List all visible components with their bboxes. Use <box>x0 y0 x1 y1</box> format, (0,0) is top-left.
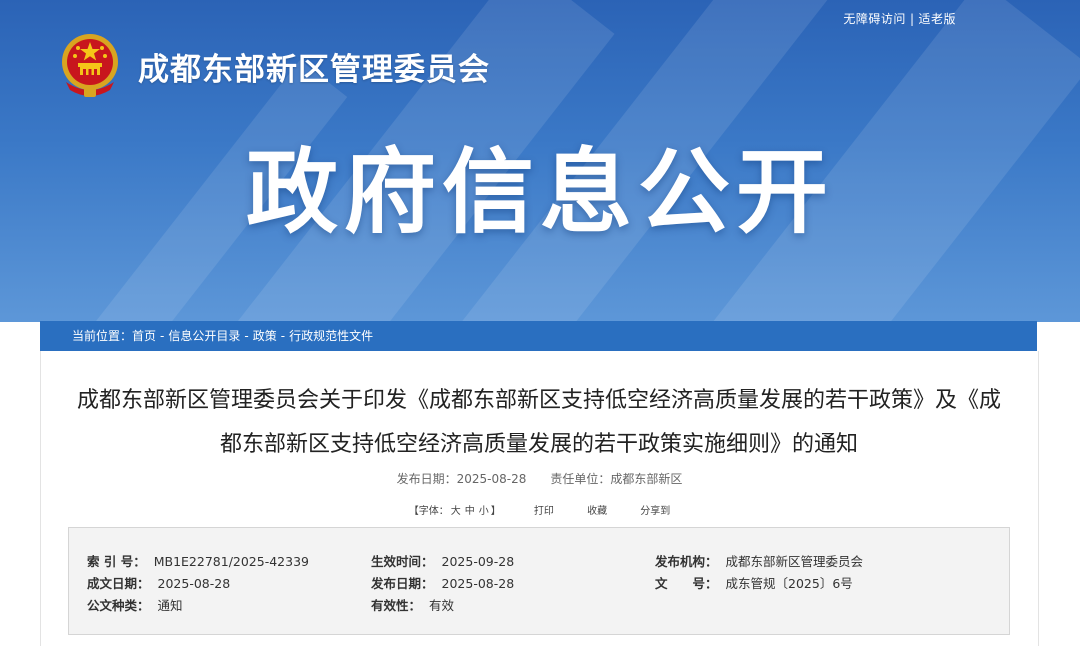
info-value: 成都东部新区管理委员会 <box>725 554 864 569</box>
info-value: 2025-09-28 <box>441 554 515 569</box>
info-label: 文 号： <box>655 576 718 591</box>
font-size-medium[interactable]: 中 <box>465 506 475 517</box>
breadcrumb-prefix: 当前位置： <box>72 329 133 343</box>
info-validity: 有效性： 有效 <box>371 595 454 614</box>
breadcrumb-separator: - <box>280 329 286 343</box>
info-label: 发布日期： <box>371 576 434 591</box>
info-label: 成文日期： <box>87 576 150 591</box>
breadcrumb-separator: - <box>160 329 165 343</box>
article-title-line: 都东部新区支持低空经济高质量发展的若干政策实施细则》的通知 <box>219 432 858 457</box>
content-panel: 成都东部新区管理委员会关于印发《成都东部新区支持低空经济高质量发展的若干政策》及… <box>40 351 1039 646</box>
share-button[interactable]: 分享到 <box>640 506 670 517</box>
info-value: 成东管规〔2025〕6号 <box>725 576 853 591</box>
font-size-close: 】 <box>490 506 501 517</box>
info-row: 索 引 号： MB1E22781/2025-42339 生效时间： 2025-09-… <box>69 551 1009 571</box>
info-value: 有效 <box>429 598 455 613</box>
favorite-button[interactable]: 收藏 <box>587 506 607 517</box>
info-effective-time: 生效时间： 2025-09-28 <box>371 551 514 570</box>
info-value: 通知 <box>157 598 183 613</box>
info-written-date: 成文日期： 2025-08-28 <box>87 573 230 592</box>
national-emblem-icon <box>62 34 118 97</box>
info-doc-no: 文 号： 成东管规〔2025〕6号 <box>655 573 853 592</box>
breadcrumb-info-catalog[interactable]: 信息公开目录 <box>168 329 240 343</box>
info-issuer: 发布机构： 成都东部新区管理委员会 <box>655 551 863 570</box>
breadcrumb-policy[interactable]: 政策 <box>253 329 277 343</box>
publish-date-label: 发布日期： <box>396 472 457 486</box>
top-link-separator: | <box>909 12 915 26</box>
breadcrumb-separator: - <box>244 329 249 343</box>
info-value: 2025-08-28 <box>157 576 231 591</box>
info-value: 2025-08-28 <box>441 576 515 591</box>
breadcrumb: 当前位置：首页 - 信息公开目录 - 政策 - 行政规范性文件 <box>40 321 1037 351</box>
info-doc-type: 公文种类： 通知 <box>87 595 183 614</box>
info-index-no: 索 引 号： MB1E22781/2025-42339 <box>87 551 309 570</box>
article-title: 成都东部新区管理委员会关于印发《成都东部新区支持低空经济高质量发展的若干政策》及… <box>63 379 1015 467</box>
breadcrumb-home[interactable]: 首页 <box>132 329 156 343</box>
info-label: 公文种类： <box>87 598 150 613</box>
document-info-box: 索 引 号： MB1E22781/2025-42339 生效时间： 2025-09-… <box>68 527 1010 635</box>
org-name[interactable]: 成都东部新区管理委员会 <box>138 44 490 89</box>
header-banner: 无障碍访问 | 适老版 成都东部新区管理委员会 政府信息公开 <box>0 0 1080 322</box>
font-size-small[interactable]: 小 <box>479 506 489 517</box>
print-button[interactable]: 打印 <box>534 506 554 517</box>
article-meta: 发布日期：2025-08-28 责任单位：成都东部新区 <box>41 470 1038 487</box>
elderly-mode-link[interactable]: 适老版 <box>918 12 956 26</box>
font-size-large[interactable]: 大 <box>451 506 461 517</box>
info-label: 有效性： <box>371 598 422 613</box>
hero-title: 政府信息公开 <box>245 139 834 246</box>
info-publish-date: 发布日期： 2025-08-28 <box>371 573 514 592</box>
article-toolbar: 【字体：大中小】 打印 收藏 分享到 <box>41 502 1038 517</box>
info-label: 发布机构： <box>655 554 718 569</box>
info-row: 成文日期： 2025-08-28 发布日期： 2025-08-28 文 号： 成东管规… <box>69 573 1009 593</box>
info-label: 索 引 号： <box>87 554 146 569</box>
font-size-open: 【字体： <box>408 506 449 517</box>
publish-date-value: 2025-08-28 <box>456 472 527 486</box>
article-title-line: 成都东部新区管理委员会关于印发《成都东部新区支持低空经济高质量发展的若干政策》及… <box>76 388 1001 413</box>
info-value: MB1E22781/2025-42339 <box>153 554 309 569</box>
top-links: 无障碍访问 | 适老版 <box>843 10 956 27</box>
responsible-label: 责任单位： <box>550 472 611 486</box>
font-size-control: 【字体：大中小】 <box>409 506 501 517</box>
accessibility-link[interactable]: 无障碍访问 <box>843 12 906 26</box>
breadcrumb-normative-docs[interactable]: 行政规范性文件 <box>289 329 373 343</box>
info-label: 生效时间： <box>371 554 434 569</box>
responsible-value: 成都东部新区 <box>610 472 683 486</box>
info-row: 公文种类： 通知 有效性： 有效 <box>69 595 1009 615</box>
